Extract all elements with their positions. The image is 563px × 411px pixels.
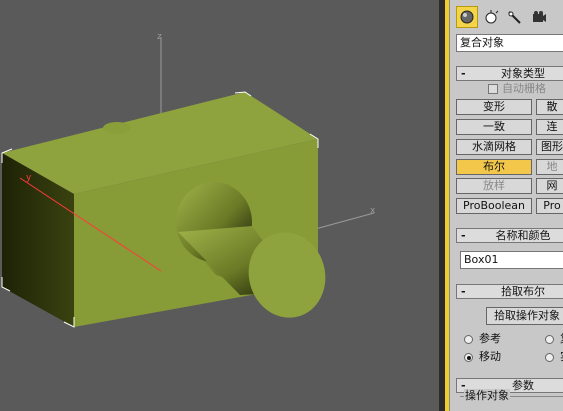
collapse-icon: - — [461, 285, 466, 298]
lights-tab[interactable] — [480, 6, 502, 28]
connect-button[interactable]: 连 — [536, 119, 563, 135]
command-panel: 复合对象 - 对象类型 自动栅格 变形 一致 水滴网格 布尔 放样 ProBoo… — [445, 0, 563, 411]
instance-radio[interactable] — [545, 353, 554, 362]
pick-operand-button[interactable]: 拾取操作对象 — [486, 307, 563, 325]
rollout-title: 对象类型 — [501, 67, 545, 80]
cameras-tab[interactable] — [528, 6, 550, 28]
sphere-icon — [460, 10, 474, 24]
wand-icon — [508, 11, 521, 24]
autogrid-label: 自动栅格 — [502, 82, 546, 95]
perspective-viewport[interactable]: z x y — [0, 0, 439, 411]
helpers-tab[interactable] — [504, 6, 526, 28]
rollout-title: 名称和颜色 — [495, 229, 551, 242]
shapemerge-button[interactable]: 图形 — [536, 139, 563, 155]
terrain-button[interactable]: 地 — [536, 159, 563, 175]
move-radio[interactable] — [464, 353, 473, 362]
rollout-title: 拾取布尔 — [501, 285, 545, 298]
copy-radio[interactable] — [545, 335, 554, 344]
reference-radio[interactable] — [464, 335, 473, 344]
command-panel-content: 复合对象 - 对象类型 自动栅格 变形 一致 水滴网格 布尔 放样 ProBoo… — [449, 0, 563, 411]
boolean-button[interactable]: 布尔 — [456, 159, 532, 175]
name-color-rollout-header[interactable]: - 名称和颜色 — [456, 228, 563, 243]
y-axis-label: y — [26, 173, 32, 183]
autogrid-checkbox[interactable] — [488, 84, 498, 94]
object-type-rollout-header[interactable]: - 对象类型 — [456, 66, 563, 81]
category-dropdown[interactable]: 复合对象 — [456, 34, 563, 52]
operands-group-label: 操作对象 — [464, 389, 510, 403]
loft-button[interactable]: 放样 — [456, 178, 532, 194]
mesher-button[interactable]: 网 — [536, 178, 563, 194]
camera-icon — [533, 11, 546, 22]
viewport-canvas[interactable]: z x y — [0, 0, 439, 411]
collapse-icon: - — [461, 67, 466, 80]
morph-button[interactable]: 变形 — [456, 99, 532, 115]
object-name-input[interactable]: Box01 — [460, 251, 563, 269]
proboolean-button[interactable]: ProBoolean — [456, 198, 532, 214]
move-label: 移动 — [479, 350, 501, 363]
blobmesh-button[interactable]: 水滴网格 — [456, 139, 532, 155]
box-top-bump — [103, 122, 131, 134]
light-icon — [485, 10, 499, 24]
geometry-tab[interactable] — [456, 6, 478, 28]
x-axis-label: x — [370, 206, 376, 216]
operands-group: 操作对象 — [460, 389, 563, 411]
z-axis-label: z — [157, 32, 162, 42]
scatter-button[interactable]: 散 — [536, 99, 563, 115]
pick-boolean-rollout-header[interactable]: - 拾取布尔 — [456, 284, 563, 299]
collapse-icon: - — [461, 229, 466, 242]
panel-tab-row — [456, 6, 563, 28]
procutter-button[interactable]: Pro — [536, 198, 563, 214]
reference-label: 参考 — [479, 332, 501, 345]
conform-button[interactable]: 一致 — [456, 119, 532, 135]
